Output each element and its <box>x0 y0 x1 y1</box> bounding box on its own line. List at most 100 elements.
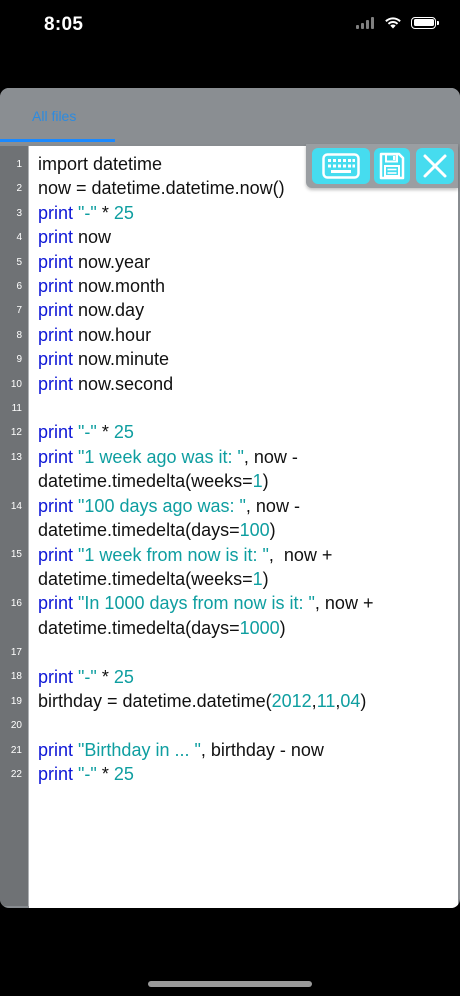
code-line: birthday = datetime.datetime(2012,11,04) <box>38 689 458 713</box>
line-number: 9 <box>16 354 22 366</box>
line-number: 20 <box>10 720 22 732</box>
code-line: print now.year <box>38 250 458 274</box>
code-token-num: 25 <box>113 666 134 687</box>
code-token: , now + <box>268 544 333 565</box>
code-token: now.minute <box>73 349 170 370</box>
line-number: 16 <box>10 598 22 610</box>
code-token: now.hour <box>73 324 152 345</box>
line-number: 10 <box>10 378 22 390</box>
code-token-kw: print <box>38 202 74 223</box>
code-token: now.month <box>73 276 166 297</box>
code-token: , now + <box>314 593 374 614</box>
code-token: datetime.timedelta(weeks= <box>38 568 253 589</box>
save-button[interactable] <box>374 148 410 184</box>
code-token-kw: print <box>38 446 74 467</box>
code-token-num: 1000 <box>239 617 280 638</box>
home-indicator[interactable] <box>148 981 312 987</box>
code-token: birthday = datetime.datetime( <box>38 690 272 711</box>
code-token: now.second <box>73 373 174 394</box>
code-token-num: 25 <box>113 764 134 785</box>
code-token-str: "-" <box>78 764 97 785</box>
code-editor[interactable]: import datetime now = datetime.datetime.n… <box>29 146 458 908</box>
code-token-num: 1 <box>252 568 263 589</box>
code-token-str: "-" <box>78 422 97 443</box>
line-number: 14 <box>10 500 22 512</box>
status-time: 8:05 <box>44 14 84 35</box>
code-token-str: "1 week ago was it: " <box>78 446 244 467</box>
line-number: 12 <box>10 427 22 439</box>
code-line: print now.second <box>38 372 458 396</box>
floppy-disk-icon <box>379 152 405 180</box>
cellular-signal-icon <box>356 16 375 29</box>
code-token-num: 25 <box>113 422 134 443</box>
status-bar: 8:05 <box>0 0 460 50</box>
keyboard-button[interactable] <box>312 148 370 184</box>
code-token: , birthday - now <box>200 739 324 760</box>
code-token: , now - <box>243 446 298 467</box>
code-token: * <box>96 422 114 443</box>
code-line: print now.hour <box>38 323 458 347</box>
close-button[interactable] <box>416 148 454 184</box>
keyboard-icon <box>322 153 360 179</box>
code-line: datetime.timedelta(weeks=1) <box>38 567 458 591</box>
line-number: 6 <box>16 281 22 292</box>
code-token: * <box>96 202 114 223</box>
code-token-str: "In 1000 days from now is it: " <box>78 593 315 614</box>
code-token-kw: print <box>38 276 74 297</box>
line-number: 5 <box>16 256 22 268</box>
code-token: now.day <box>73 300 145 321</box>
code-line: print "-" * 25 <box>38 762 458 786</box>
code-line: print "100 days ago was: ", now - <box>38 494 458 518</box>
code-token: * <box>96 666 114 687</box>
code-token-kw: print <box>38 373 74 394</box>
code-line: datetime.timedelta(days=100) <box>38 518 458 542</box>
code-line: print now.month <box>38 274 458 298</box>
code-text[interactable]: import datetime now = datetime.datetime.n… <box>38 152 458 787</box>
code-token-kw: print <box>38 349 74 370</box>
code-token: datetime.timedelta(weeks= <box>38 471 253 492</box>
code-token-kw: print <box>38 300 74 321</box>
code-token-kw: print <box>38 593 74 614</box>
code-line: print "1 week from now is it: ", now + <box>38 543 458 567</box>
code-token-num: 11 <box>316 690 336 711</box>
code-token: , now - <box>245 495 300 516</box>
code-token: ) <box>262 471 269 492</box>
line-number: 15 <box>10 549 22 561</box>
tab-bar: All files <box>0 88 460 144</box>
code-token-str: "-" <box>78 202 97 223</box>
code-line: print now <box>38 225 458 249</box>
code-token-str: "100 days ago was: " <box>78 495 246 516</box>
code-token: now.year <box>73 251 151 272</box>
code-token-num: 25 <box>113 202 134 223</box>
line-number-gutter: 1 2 3 4 5 6 7 8 9 10 11 12 13 14 15 16 17 18 19 20 21 22 <box>0 146 29 906</box>
line-number: 17 <box>10 647 22 658</box>
line-number: 11 <box>11 403 22 414</box>
code-token: ) <box>269 520 276 541</box>
code-token-kw: print <box>38 544 74 565</box>
code-token-kw: print <box>38 495 74 516</box>
line-number: 19 <box>10 695 22 707</box>
tab-all-files[interactable]: All files <box>0 88 115 144</box>
code-line: print "1 week ago was it: ", now - <box>38 445 458 469</box>
line-number: 3 <box>16 207 22 219</box>
code-line: print "-" * 25 <box>38 420 458 444</box>
status-icons <box>356 16 439 29</box>
editor-toolbar <box>306 144 458 188</box>
tab-selected-indicator <box>0 139 115 142</box>
code-token-str: "Birthday in ... " <box>78 739 201 760</box>
code-token: now = datetime.datetime.now() <box>38 178 285 199</box>
code-token-num: 100 <box>239 520 270 541</box>
line-number: 2 <box>16 183 22 195</box>
line-number: 22 <box>10 769 22 780</box>
code-token-kw: print <box>38 764 74 785</box>
line-number: 13 <box>10 451 22 463</box>
code-token: now <box>73 227 112 248</box>
code-token-kw: print <box>38 324 74 345</box>
code-token: ) <box>279 617 286 638</box>
code-token: datetime.timedelta(days= <box>38 520 240 541</box>
code-line: datetime.timedelta(weeks=1) <box>38 469 458 493</box>
code-line: print "In 1000 days from now is it: ", n… <box>38 591 458 615</box>
line-number: 18 <box>10 671 22 683</box>
